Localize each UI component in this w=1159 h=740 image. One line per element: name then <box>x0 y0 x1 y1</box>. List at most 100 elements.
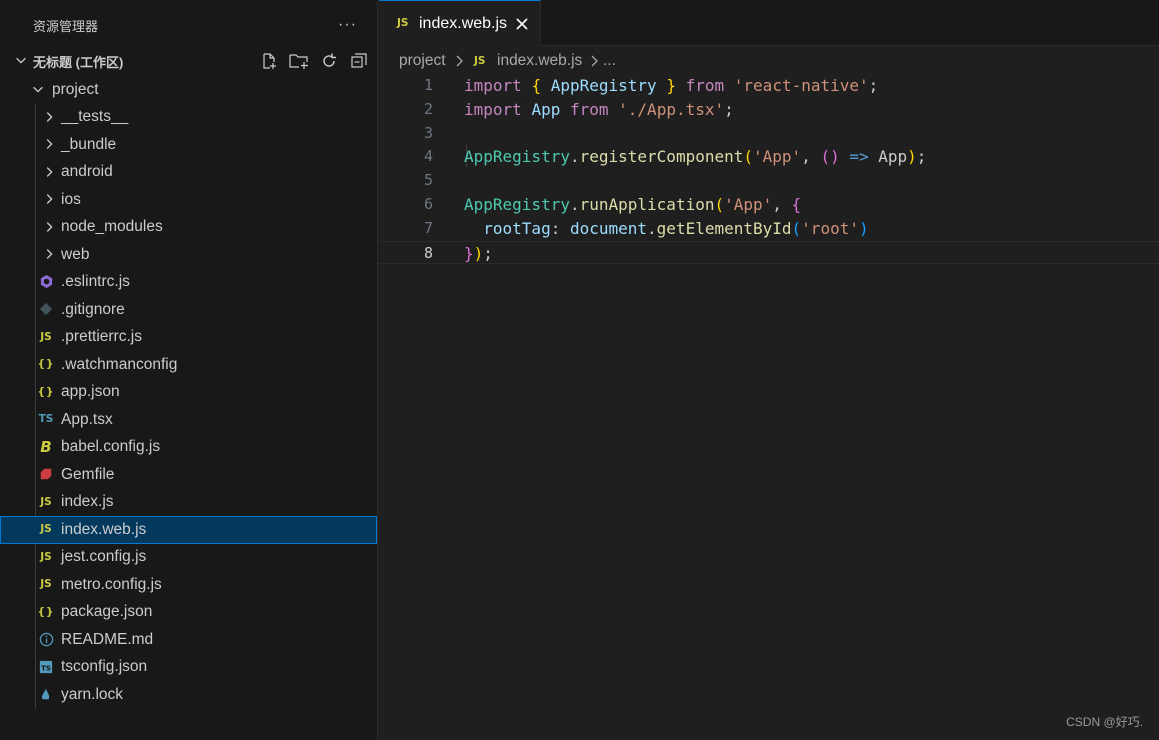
tree-item-label: .prettierrc.js <box>61 328 142 346</box>
code-token: () <box>820 147 840 167</box>
chevron-right-icon <box>591 55 598 67</box>
json-file-icon: {} <box>37 358 55 370</box>
code-token: ) <box>858 218 869 238</box>
tree-file-app-json[interactable]: {} app.json <box>0 379 377 407</box>
yarn-file-icon <box>38 686 54 702</box>
code-line[interactable]: 1 import { AppRegistry } from 'react-nati… <box>379 74 1159 98</box>
tree-item-label: web <box>61 245 90 263</box>
tree-file-gemfile[interactable]: Gemfile <box>0 461 377 489</box>
tree-file-app-tsx[interactable]: TS App.tsx <box>0 406 377 434</box>
collapse-all-icon[interactable] <box>349 51 369 71</box>
chevron-right-icon <box>42 220 56 234</box>
new-file-icon[interactable] <box>259 51 279 71</box>
tree-folder-tests[interactable]: __tests__ <box>0 104 377 132</box>
tree-folder-ios[interactable]: ios <box>0 186 377 214</box>
tree-folder-web[interactable]: web <box>0 241 377 269</box>
tree-file-readme-md[interactable]: README.md <box>0 626 377 654</box>
tree-folder-bundle[interactable]: _bundle <box>0 131 377 159</box>
code-token: from <box>569 99 609 119</box>
ruby-file-icon <box>38 466 54 482</box>
tree-file-index-web-js[interactable]: JS index.web.js <box>0 516 377 544</box>
tree-file-index-js[interactable]: JS index.js <box>0 489 377 517</box>
tree-item-label: android <box>61 163 113 181</box>
code-line[interactable]: 4 AppRegistry.registerComponent('App', ()… <box>379 145 1159 169</box>
code-token: runApplication <box>579 194 715 214</box>
breadcrumb-folder[interactable]: project <box>399 52 446 70</box>
code-line[interactable]: 5 <box>379 169 1159 193</box>
breadcrumb-file[interactable]: index.web.js <box>497 52 582 70</box>
close-icon[interactable] <box>514 16 530 32</box>
code-token: ; <box>868 76 879 95</box>
code-text: rootTag: document.getElementById('root') <box>464 217 869 241</box>
code-text: AppRegistry.registerComponent('App', () … <box>464 145 926 169</box>
tree-file--prettierrc-js[interactable]: JS .prettierrc.js <box>0 324 377 352</box>
tree-folder-project[interactable]: project <box>0 76 377 104</box>
code-editor[interactable]: 1 import { AppRegistry } from 'react-nati… <box>379 74 1159 266</box>
code-token: ) <box>907 147 917 167</box>
workspace-header[interactable]: 无标题 (工作区) <box>0 48 377 75</box>
refresh-icon[interactable] <box>319 51 339 71</box>
code-token: from <box>685 76 725 95</box>
line-number: 2 <box>423 99 433 118</box>
json-file-icon: {} <box>37 605 55 618</box>
code-token: registerComponent <box>579 147 744 167</box>
tree-file-yarn-lock[interactable]: yarn.lock <box>0 681 377 709</box>
code-token: './App.tsx' <box>618 99 725 119</box>
code-token: AppRegistry <box>464 147 570 167</box>
js-file-icon: JS <box>397 17 409 29</box>
tree-file--gitignore[interactable]: .gitignore <box>0 296 377 324</box>
tree-file-jest-config-js[interactable]: JS jest.config.js <box>0 544 377 572</box>
tree-folder-android[interactable]: android <box>0 159 377 187</box>
code-line[interactable]: 6 AppRegistry.runApplication('App', { <box>379 193 1159 217</box>
svg-text:TS: TS <box>41 664 51 672</box>
babel-file-icon: B <box>40 437 52 456</box>
code-text: AppRegistry.runApplication('App', { <box>464 193 801 217</box>
code-text: import App from './App.tsx'; <box>464 98 734 122</box>
js-file-icon: JS <box>40 523 52 535</box>
new-folder-icon[interactable] <box>289 51 309 71</box>
code-token: { <box>791 194 802 214</box>
tab-index-web-js[interactable]: JS index.web.js <box>379 0 541 46</box>
code-token: } <box>464 243 474 263</box>
code-line[interactable]: 8}); <box>379 240 1159 266</box>
line-number: 5 <box>423 171 433 190</box>
code-token: ( <box>791 218 802 238</box>
breadcrumb-symbol[interactable]: ... <box>603 52 616 70</box>
chevron-right-icon <box>456 55 463 67</box>
explorer-header: 资源管理器 ··· <box>0 0 377 50</box>
code-token: 'react-native' <box>733 76 869 95</box>
code-text: }); <box>464 242 493 266</box>
chevron-down-icon <box>31 82 45 96</box>
tree-file-babel-config-js[interactable]: Bbabel.config.js <box>0 434 377 462</box>
tree-item-label: index.web.js <box>61 520 147 538</box>
info-file-icon <box>38 631 54 647</box>
js-file-icon: JS <box>40 495 52 508</box>
git-file-icon <box>38 301 54 317</box>
code-line[interactable]: 3 <box>379 122 1159 146</box>
code-token: => <box>849 147 869 167</box>
tree-file-tsconfig-json[interactable]: TS tsconfig.json <box>0 654 377 682</box>
breadcrumb: project JS index.web.js ... <box>379 46 1159 76</box>
chevron-down-icon <box>16 57 26 64</box>
tree-file--watchmanconfig[interactable]: {} .watchmanconfig <box>0 351 377 379</box>
more-actions-icon[interactable]: ··· <box>338 16 357 34</box>
code-line[interactable]: 2 import App from './App.tsx'; <box>379 98 1159 122</box>
tree-file-metro-config-js[interactable]: JS metro.config.js <box>0 571 377 599</box>
chevron-right-icon <box>42 247 56 261</box>
tree-item-label: .eslintrc.js <box>61 273 130 291</box>
code-token: } <box>666 76 676 95</box>
code-line[interactable]: 7 rootTag: document.getElementById('root… <box>379 217 1159 241</box>
tree-file--eslintrc-js[interactable]: .eslintrc.js <box>0 269 377 297</box>
tree-item-label: README.md <box>61 630 154 648</box>
tree-file-package-json[interactable]: {} package.json <box>0 599 377 627</box>
code-token: App <box>868 147 908 167</box>
code-token: . <box>647 218 657 238</box>
tree-folder-nodemodules[interactable]: node_modules <box>0 214 377 242</box>
code-token: import <box>464 76 522 95</box>
